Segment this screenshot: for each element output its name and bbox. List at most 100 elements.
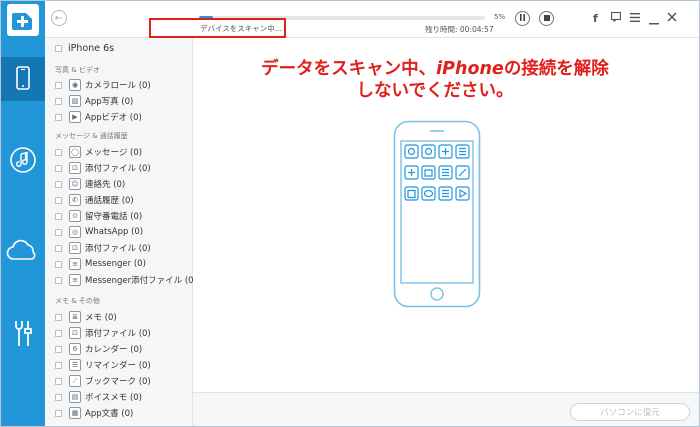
list-item-notes[interactable]: ≣ メモ (0) bbox=[55, 310, 117, 324]
item-label: カメラロール (0) bbox=[85, 81, 151, 91]
top-bar: ← 5% デバイスをスキャン中... 残り時間: 00:04:57 f bbox=[45, 1, 699, 38]
warning-line-1: データをスキャン中、iPhoneの接続を解除 bbox=[193, 58, 677, 80]
notes-icon: ≣ bbox=[69, 311, 81, 323]
checkbox[interactable] bbox=[55, 180, 62, 188]
close-icon[interactable] bbox=[667, 12, 677, 25]
list-item-messages[interactable]: ◯ メッセージ (0) bbox=[55, 145, 142, 159]
feedback-icon[interactable] bbox=[610, 11, 622, 25]
item-label: ボイスメモ (0) bbox=[85, 393, 142, 403]
list-item-bookmarks[interactable]: ⟋ ブックマーク (0) bbox=[55, 374, 151, 388]
section-label-notes: メモ & その他 bbox=[55, 297, 100, 305]
facebook-icon[interactable]: f bbox=[593, 12, 598, 25]
checkbox[interactable] bbox=[55, 228, 62, 236]
warning-line-2: しないでください。 bbox=[356, 81, 514, 101]
cloud-icon bbox=[6, 239, 40, 264]
list-item-app-documents[interactable]: ▦ App文書 (0) bbox=[55, 406, 133, 420]
section-label-messages: メッセージ & 通話履歴 bbox=[55, 132, 128, 140]
list-item-contacts[interactable]: ☺ 連絡先 (0) bbox=[55, 177, 125, 191]
attachment-icon: ⊡ bbox=[69, 327, 81, 339]
checkbox[interactable] bbox=[55, 345, 62, 353]
item-label: 添付ファイル (0) bbox=[85, 329, 151, 339]
list-item-messenger[interactable]: ≡ Messenger (0) bbox=[55, 257, 146, 271]
checkbox[interactable] bbox=[55, 196, 62, 204]
list-item-whatsapp[interactable]: ◎ WhatsApp (0) bbox=[55, 225, 143, 239]
item-label: 添付ファイル (0) bbox=[85, 244, 151, 254]
item-label: カレンダー (0) bbox=[85, 345, 143, 355]
device-checkbox[interactable] bbox=[55, 45, 62, 52]
checkbox[interactable] bbox=[55, 409, 62, 417]
contacts-icon: ☺ bbox=[69, 178, 81, 190]
list-item-voicemail[interactable]: ⊙ 留守番電話 (0) bbox=[55, 209, 142, 223]
message-bubble-icon: ◯ bbox=[69, 146, 81, 158]
checkbox[interactable] bbox=[55, 244, 62, 252]
list-item-camera-roll[interactable]: ◉ カメラロール (0) bbox=[55, 78, 151, 92]
device-row[interactable]: iPhone 6s bbox=[55, 43, 114, 54]
stop-button[interactable] bbox=[539, 11, 554, 26]
list-item-reminders[interactable]: ☰ リマインダー (0) bbox=[55, 358, 151, 372]
list-item-app-photos[interactable]: ▨ App写真 (0) bbox=[55, 94, 133, 108]
list-item-messenger-attachments[interactable]: ≡ Messenger添付ファイル (0) bbox=[55, 273, 197, 287]
warning-headline: データをスキャン中、iPhoneの接続を解除 しないでください。 bbox=[193, 58, 677, 102]
remaining-time: 残り時間: 00:04:57 bbox=[425, 25, 494, 34]
app-icon-grid bbox=[404, 144, 470, 201]
progress-percent: 5% bbox=[494, 13, 506, 21]
checkbox[interactable] bbox=[55, 164, 62, 172]
item-label: 通話履歴 (0) bbox=[85, 196, 134, 206]
checkbox[interactable] bbox=[55, 260, 62, 268]
list-item-app-videos[interactable]: ▶ Appビデオ (0) bbox=[55, 110, 142, 124]
back-button[interactable]: ← bbox=[51, 10, 67, 26]
checkbox[interactable] bbox=[55, 276, 62, 284]
phone-call-icon: ✆ bbox=[69, 194, 81, 206]
item-label: App写真 (0) bbox=[85, 97, 134, 107]
camera-icon: ◉ bbox=[69, 79, 81, 91]
checkbox[interactable] bbox=[55, 97, 62, 105]
checkbox[interactable] bbox=[55, 361, 62, 369]
whatsapp-icon: ◎ bbox=[69, 226, 81, 238]
warning-text-suffix: の接続を解除 bbox=[503, 59, 609, 79]
checkbox[interactable] bbox=[55, 113, 62, 121]
pause-icon bbox=[519, 13, 526, 24]
item-label: WhatsApp (0) bbox=[85, 227, 144, 237]
list-item-message-attachments[interactable]: ⊡ 添付ファイル (0) bbox=[55, 161, 151, 175]
attachment-icon: ≡ bbox=[69, 274, 81, 286]
item-label: 添付ファイル (0) bbox=[85, 164, 151, 174]
checkbox[interactable] bbox=[55, 81, 62, 89]
list-item-voice-memos[interactable]: ▤ ボイスメモ (0) bbox=[55, 390, 142, 404]
device-name: iPhone 6s bbox=[68, 43, 115, 54]
checkbox[interactable] bbox=[55, 393, 62, 401]
checkbox[interactable] bbox=[55, 212, 62, 220]
music-icon bbox=[9, 146, 37, 177]
rail-itunes-tab[interactable] bbox=[1, 139, 45, 183]
item-label: Messenger添付ファイル (0) bbox=[85, 276, 197, 286]
attachment-icon: ⊡ bbox=[69, 242, 81, 254]
checkbox[interactable] bbox=[55, 148, 62, 156]
attachment-icon: ⊡ bbox=[69, 162, 81, 174]
restore-to-pc-button[interactable]: パソコンに復元 bbox=[570, 403, 690, 421]
data-type-sidebar: iPhone 6s 写真 & ビデオ ◉ カメラロール (0) ▨ App写真 (0… bbox=[45, 38, 197, 426]
rail-icloud-tab[interactable] bbox=[1, 229, 45, 273]
compass-icon: ⟋ bbox=[69, 375, 81, 387]
item-label: リマインダー (0) bbox=[85, 361, 151, 371]
calendar-icon: 6 bbox=[69, 343, 81, 355]
item-label: 留守番電話 (0) bbox=[85, 212, 143, 222]
document-icon: ▦ bbox=[69, 407, 81, 419]
bottom-bar: パソコンに復元 bbox=[193, 392, 699, 426]
pause-button[interactable] bbox=[515, 11, 530, 26]
list-item-whatsapp-attachments[interactable]: ⊡ 添付ファイル (0) bbox=[55, 241, 151, 255]
checkbox[interactable] bbox=[55, 313, 62, 321]
stop-icon bbox=[543, 13, 550, 24]
list-item-notes-attachments[interactable]: ⊡ 添付ファイル (0) bbox=[55, 326, 151, 340]
item-label: メッセージ (0) bbox=[85, 148, 143, 158]
tools-icon bbox=[10, 319, 36, 352]
warning-text-device: iPhone bbox=[436, 59, 504, 79]
list-item-calendar[interactable]: 6 カレンダー (0) bbox=[55, 342, 142, 356]
checkbox[interactable] bbox=[55, 329, 62, 337]
section-label-photos: 写真 & ビデオ bbox=[55, 66, 100, 74]
menu-icon[interactable] bbox=[630, 12, 640, 25]
reminders-icon: ☰ bbox=[69, 359, 81, 371]
list-item-call-history[interactable]: ✆ 通話履歴 (0) bbox=[55, 193, 134, 207]
rail-tools-tab[interactable] bbox=[1, 313, 45, 357]
rail-device-tab[interactable] bbox=[1, 57, 45, 101]
checkbox[interactable] bbox=[55, 377, 62, 385]
minimize-icon[interactable] bbox=[649, 15, 659, 28]
